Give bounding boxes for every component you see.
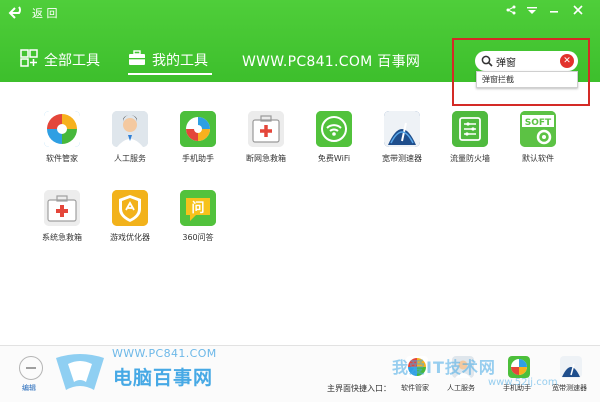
edit-label: 编辑 [22,384,36,392]
software-manager-icon [44,111,80,147]
active-tab-indicator [128,73,212,75]
shortcut-phone-assistant-icon[interactable] [508,356,530,378]
brand-logo-icon [54,352,106,392]
tab-my-tools-label: 我的工具 [152,53,208,69]
tool-label: 游戏优化器 [110,233,150,242]
back-arrow-icon [8,4,26,22]
shortcut-label: 软件管家 [401,384,429,392]
speed-test-icon [384,111,420,147]
tool-label: 软件管家 [46,154,78,163]
tool-label: 免费WiFi [317,154,351,163]
tool-speed-test[interactable]: 宽带测速器 [370,111,434,177]
tool-default-software[interactable]: SOFT 默认软件 [506,111,570,177]
share-icon[interactable] [503,3,519,17]
phone-assistant-icon [180,111,216,147]
tool-label: 断网急救箱 [246,154,286,163]
customer-service-icon [112,111,148,147]
close-icon[interactable] [570,3,586,17]
site-title: WWW.PC841.COM 百事网 [242,54,421,70]
minimize-icon[interactable] [546,3,562,17]
tool-label: 宽带测速器 [382,154,422,163]
tool-game-optimizer[interactable]: 游戏优化器 [98,190,162,256]
tab-my-tools[interactable]: 我的工具 [128,48,208,72]
tab-all-tools-label: 全部工具 [44,53,100,69]
edit-button[interactable] [19,356,43,380]
tool-label: 流量防火墙 [450,154,490,163]
shortcut-speed-test-icon[interactable] [560,356,582,378]
brand-url: WWW.PC841.COM [112,347,217,360]
shortcut-label: 人工服务 [447,384,475,392]
minus-icon [26,367,36,369]
back-label: 返 回 [32,7,58,20]
grid-icon [20,49,38,71]
tool-software-manager[interactable]: 软件管家 [30,111,94,177]
brand-name: 电脑百事网 [113,367,214,389]
highlight-annotation [452,38,590,106]
tool-phone-assistant[interactable]: 手机助手 [166,111,230,177]
qa-icon: 问 [180,190,216,226]
firewall-icon [452,111,488,147]
tab-all-tools[interactable]: 全部工具 [20,48,100,72]
game-optimizer-icon [112,190,148,226]
watermark-text: 我爱IT技术网 [392,358,496,377]
menu-icon[interactable] [524,3,540,17]
soft-text: SOFT [525,118,552,128]
toolbox-icon [128,49,146,71]
tool-customer-service[interactable]: 人工服务 [98,111,162,177]
tool-label: 默认软件 [522,154,554,163]
qa-text: 问 [191,200,204,216]
tool-label: 系统急救箱 [42,233,82,242]
tool-360-qa[interactable]: 问 360问答 [166,190,230,256]
shortcut-entry-label: 主界面快捷入口： [327,384,391,393]
tool-system-first-aid[interactable]: 系统急救箱 [30,190,94,256]
tool-label: 人工服务 [114,154,146,163]
default-software-icon: SOFT [520,111,556,147]
tool-network-first-aid[interactable]: 断网急救箱 [234,111,298,177]
tool-firewall[interactable]: 流量防火墙 [438,111,502,177]
watermark-url: www.52ij.com [488,377,558,388]
tool-label: 360问答 [182,233,214,242]
back-button[interactable]: 返 回 [8,4,58,22]
tool-label: 手机助手 [182,154,214,163]
tool-free-wifi[interactable]: 免费WiFi [302,111,366,177]
system-first-aid-icon [44,190,80,226]
network-first-aid-icon [248,111,284,147]
wifi-icon [316,111,352,147]
